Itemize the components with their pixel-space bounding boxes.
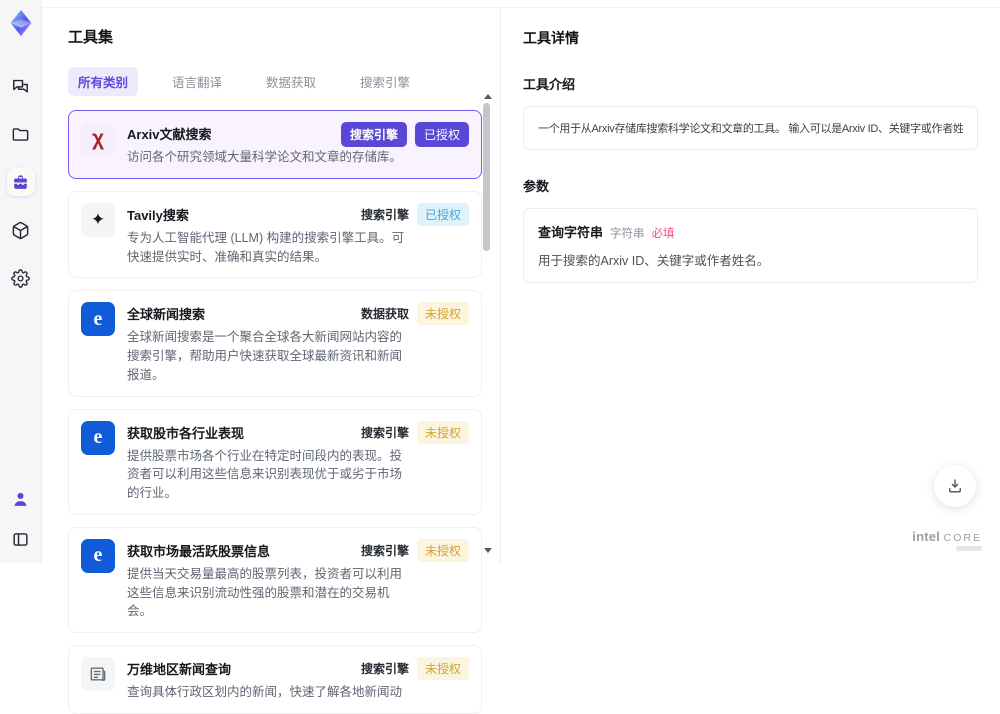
tavily-tool-icon: ✦ — [81, 203, 115, 237]
settings-gear-icon[interactable] — [7, 264, 35, 292]
tool-category-tag: 数据获取 — [361, 305, 409, 322]
tool-description: 查询具体行政区划内的新闻，快速了解各地新闻动 — [127, 683, 405, 702]
app-logo-icon — [6, 8, 36, 38]
core-wordmark: CORE — [944, 532, 982, 544]
tool-list: χArxiv文献搜索访问各个研究领域大量科学论文和文章的存储库。搜索引擎已授权 ✦… — [68, 110, 482, 714]
auth-status-badge: 已授权 — [417, 203, 469, 226]
news-e-tool-icon: e — [81, 302, 115, 336]
scrollbar-thumb[interactable] — [483, 103, 490, 251]
intro-section-title: 工具介绍 — [523, 74, 978, 93]
user-avatar-icon[interactable] — [7, 485, 35, 513]
tool-description: 专为人工智能代理 (LLM) 构建的搜索引擎工具。可快速提供实时、准确和真实的结… — [127, 229, 405, 267]
tab-0[interactable]: 所有类别 — [68, 67, 138, 96]
param-name: 查询字符串 — [538, 222, 603, 241]
arxiv-tool-icon: χ — [81, 122, 115, 156]
auth-status-badge: 未授权 — [417, 421, 469, 444]
tool-description: 提供当天交易量最高的股票列表，投资者可以利用这些信息来识别流动性强的股票和潜在的… — [127, 565, 405, 621]
tool-category-tag: 搜索引擎 — [361, 424, 409, 441]
collapse-panel-icon[interactable] — [7, 525, 35, 553]
category-tabs: 所有类别语言翻译数据获取搜索引擎 — [68, 67, 500, 96]
tool-category-tag: 搜索引擎 — [341, 122, 407, 147]
param-type: 字符串 — [610, 225, 645, 241]
auth-status-badge: 未授权 — [417, 539, 469, 562]
intel-wordmark: intel — [912, 529, 940, 544]
scroll-up-arrow[interactable] — [484, 94, 492, 99]
cube-icon[interactable] — [7, 216, 35, 244]
tool-card-2[interactable]: e全球新闻搜索全球新闻搜索是一个聚合全球各大新闻网站内容的搜索引擎，帮助用户快速… — [68, 290, 482, 396]
tool-description: 访问各个研究领域大量科学论文和文章的存储库。 — [127, 148, 405, 167]
tool-description: 提供股票市场各个行业在特定时间段内的表现。投资者可以利用这些信息来识别表现优于或… — [127, 447, 405, 503]
news-e-tool-icon: e — [81, 421, 115, 455]
tab-2[interactable]: 数据获取 — [256, 67, 326, 96]
tool-detail-panel: 工具详情 工具介绍 一个用于从Arxiv存储库搜索科学论文和文章的工具。 输入可… — [500, 8, 1000, 563]
list-scrollbar[interactable] — [482, 94, 492, 553]
page-title: 工具集 — [68, 26, 500, 47]
toolbox-icon[interactable] — [7, 168, 35, 196]
detail-title: 工具详情 — [523, 28, 978, 48]
tool-category-tag: 搜索引擎 — [361, 542, 409, 559]
tool-card-4[interactable]: e获取市场最活跃股票信息提供当天交易量最高的股票列表，投资者可以利用这些信息来识… — [68, 527, 482, 633]
auth-status-badge: 未授权 — [417, 302, 469, 325]
tool-card-1[interactable]: ✦Tavily搜索专为人工智能代理 (LLM) 构建的搜索引擎工具。可快速提供实… — [68, 191, 482, 279]
download-icon — [946, 477, 964, 495]
intel-core-logo: intel CORE — [912, 529, 982, 551]
tab-3[interactable]: 搜索引擎 — [350, 67, 420, 96]
download-button[interactable] — [934, 465, 976, 507]
scroll-down-arrow[interactable] — [484, 548, 492, 553]
intro-box: 一个用于从Arxiv存储库搜索科学论文和文章的工具。 输入可以是Arxiv ID… — [523, 106, 978, 150]
param-box: 查询字符串 字符串 必填 用于搜索的Arxiv ID、关键字或作者姓名。 — [523, 208, 978, 283]
tool-list-panel: 工具集 所有类别语言翻译数据获取搜索引擎 χArxiv文献搜索访问各个研究领域大… — [42, 8, 500, 563]
tool-card-5[interactable]: 万维地区新闻查询查询具体行政区划内的新闻，快速了解各地新闻动搜索引擎未授权 — [68, 645, 482, 714]
tool-category-tag: 搜索引擎 — [361, 660, 409, 677]
tool-card-0[interactable]: χArxiv文献搜索访问各个研究领域大量科学论文和文章的存储库。搜索引擎已授权 — [68, 110, 482, 179]
chat-icon[interactable] — [7, 72, 35, 100]
auth-status-badge: 已授权 — [415, 122, 469, 147]
folder-icon[interactable] — [7, 120, 35, 148]
tab-1[interactable]: 语言翻译 — [162, 67, 232, 96]
param-description: 用于搜索的Arxiv ID、关键字或作者姓名。 — [538, 250, 963, 269]
brand-sub-mark — [956, 546, 982, 551]
tool-description: 全球新闻搜索是一个聚合全球各大新闻网站内容的搜索引擎，帮助用户快速获取全球最新资… — [127, 328, 405, 384]
newspaper-tool-icon — [81, 657, 115, 691]
param-required-flag: 必填 — [652, 225, 675, 241]
left-sidebar — [0, 0, 42, 563]
news-e-tool-icon: e — [81, 539, 115, 573]
tool-card-3[interactable]: e获取股市各行业表现提供股票市场各个行业在特定时间段内的表现。投资者可以利用这些… — [68, 409, 482, 515]
params-section-title: 参数 — [523, 176, 978, 195]
auth-status-badge: 未授权 — [417, 657, 469, 680]
intro-text: 一个用于从Arxiv存储库搜索科学论文和文章的工具。 输入可以是Arxiv ID… — [538, 120, 963, 136]
tool-category-tag: 搜索引擎 — [361, 206, 409, 223]
